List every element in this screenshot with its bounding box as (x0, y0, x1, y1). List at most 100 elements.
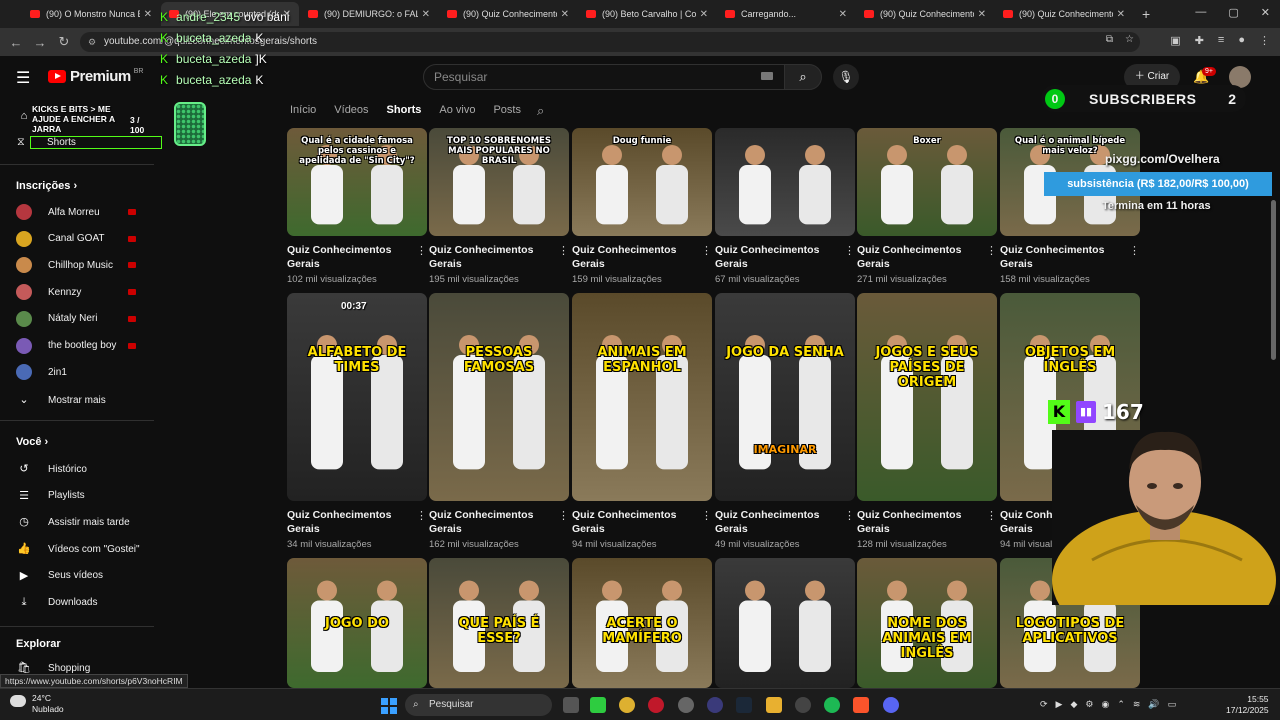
short-card[interactable]: JOGO DO (287, 558, 427, 688)
short-thumbnail[interactable]: QUE PAÍS É ESSE? (429, 558, 569, 688)
media-icon[interactable]: ≡ (1218, 34, 1224, 47)
subscription-item[interactable]: Nátaly Neri (16, 310, 144, 327)
tab-posts[interactable]: Posts (493, 104, 521, 116)
more-options-icon[interactable]: ⋮ (416, 244, 427, 257)
tray-icon[interactable]: ▶ (1056, 699, 1063, 710)
close-tab-icon[interactable]: ✕ (144, 9, 152, 20)
sidebar-item-shopping[interactable]: 🛍 Shopping (16, 661, 144, 675)
more-options-icon[interactable]: ⋮ (986, 244, 997, 257)
volume-icon[interactable]: 🔊 (1148, 699, 1159, 710)
forward-icon[interactable]: → (28, 35, 52, 50)
short-thumbnail[interactable]: Doug funnie (572, 128, 712, 236)
windows-start-icon[interactable] (381, 698, 397, 714)
browser-menu-icon[interactable]: ⋮ (1259, 34, 1270, 47)
battery-icon[interactable]: ▭ (1168, 699, 1177, 710)
steam-icon[interactable] (736, 697, 752, 713)
wifi-icon[interactable]: ≋ (1133, 699, 1141, 710)
short-card[interactable]: Doug funnie Quiz Conhecimentos Gerais ⋮ 159… (572, 128, 712, 285)
sidebar-item-you[interactable]: ▶ Seus vídeos (16, 569, 144, 583)
page-scrollbar[interactable] (1271, 200, 1276, 360)
sidebar-item-you[interactable]: ☰ Playlists (16, 489, 144, 503)
short-title[interactable]: Quiz Conhecimentos Gerais (287, 243, 407, 271)
chrome-icon[interactable] (619, 697, 635, 713)
close-tab-icon[interactable]: ✕ (422, 9, 430, 20)
close-tab-icon[interactable]: ✕ (978, 9, 986, 20)
short-card[interactable]: JOGO DA SENHA IMAGINAR Quiz Conhecimentos … (715, 293, 855, 550)
more-options-icon[interactable]: ⋮ (558, 509, 569, 522)
tray-icon[interactable]: ⟳ (1040, 699, 1048, 710)
close-window-icon[interactable]: ✕ (1261, 6, 1270, 19)
tray-icon[interactable]: ⌃ (1117, 699, 1125, 710)
short-thumbnail[interactable]: Boxer (857, 128, 997, 236)
short-title[interactable]: Quiz Conhecimentos Gerais (572, 243, 692, 271)
spotify-icon[interactable] (824, 697, 840, 713)
browser-tab[interactable]: (90) Quiz Conhecimentos ✕ (439, 2, 577, 26)
short-card[interactable]: TOP 10 SOBRENOMES MAIS POPULARES NO BRAS… (429, 128, 569, 285)
app-icon[interactable] (707, 697, 723, 713)
short-card[interactable]: JOGOS E SEUS PAÍSES DE ORIGEM Quiz Conhec… (857, 293, 997, 550)
short-card[interactable]: Boxer Quiz Conhecimentos Gerais ⋮ 271 mil v… (857, 128, 997, 285)
youtube-logo[interactable]: Premium BR (48, 68, 143, 85)
reload-icon[interactable]: ↻ (52, 34, 76, 50)
more-options-icon[interactable]: ⋮ (844, 244, 855, 257)
browser-tab[interactable]: (90) Quiz Conhecimentos ✕ (856, 2, 994, 26)
weather-widget[interactable]: 24°C Nublado (10, 693, 64, 715)
sidebar-item-you[interactable]: 👍 Vídeos com "Gostei" (16, 542, 144, 556)
more-options-icon[interactable]: ⋮ (1129, 244, 1140, 257)
search-input[interactable]: Pesquisar (423, 64, 785, 90)
more-options-icon[interactable]: ⋮ (701, 244, 712, 257)
sidebar-item-you[interactable]: ↺ Histórico (16, 462, 144, 476)
short-card[interactable]: Quiz Conhecimentos Gerais ⋮ 67 mil visuali… (715, 128, 855, 285)
channel-search-icon[interactable]: ⌕ (537, 103, 544, 119)
short-title[interactable]: Quiz Conhecimentos Gerais (857, 508, 977, 536)
github-icon[interactable] (678, 697, 694, 713)
close-tab-icon[interactable]: ✕ (700, 9, 708, 20)
subscription-item[interactable]: Alfa Morreu (16, 204, 144, 220)
search-button[interactable]: ⌕ (784, 64, 822, 90)
menu-icon[interactable]: ☰ (16, 68, 30, 88)
close-tab-icon[interactable]: ✕ (839, 9, 847, 20)
sidebar-item-shorts[interactable]: Shorts (30, 136, 162, 149)
tray-icon[interactable]: ◆ (1070, 699, 1077, 710)
brave-icon[interactable] (853, 697, 869, 713)
new-tab-button[interactable]: + (1142, 6, 1150, 22)
tab-videos[interactable]: Vídeos (334, 104, 368, 116)
short-card[interactable]: ANIMAIS EM ESPANHOL Quiz Conhecimentos Ge… (572, 293, 712, 550)
puzzle-icon[interactable]: ✚ (1195, 34, 1204, 47)
short-title[interactable]: Quiz Conhecimentos Gerais (1000, 243, 1120, 271)
browser-tab[interactable]: (90) DEMIURGO: o FALSO✕ (300, 2, 438, 26)
subscription-item[interactable]: Chillhop Music (16, 257, 144, 274)
more-options-icon[interactable]: ⋮ (558, 244, 569, 257)
tab-ao-vivo[interactable]: Ao vivo (439, 104, 475, 116)
short-thumbnail[interactable]: JOGO DO (287, 558, 427, 688)
short-thumbnail[interactable]: Qual é a cidade famosa pelos cassinos e … (287, 128, 427, 236)
subscription-item[interactable]: Kennzy (16, 284, 144, 301)
short-card[interactable]: ALFABETO DE TIMES 00:37 Quiz Conhecimentos… (287, 293, 427, 550)
short-thumbnail[interactable]: TOP 10 SOBRENOMES MAIS POPULARES NO BRAS… (429, 128, 569, 236)
browser-tab[interactable]: (90) O Monstro Nunca Es ✕ (22, 2, 160, 26)
short-title[interactable]: Quiz Conhecimentos Gerais (572, 508, 692, 536)
short-thumbnail[interactable]: ACERTE O MAMÍFERO (572, 558, 712, 688)
short-thumbnail[interactable]: NOME DOS ANIMAIS EM INGLÊS (857, 558, 997, 688)
more-options-icon[interactable]: ⋮ (844, 509, 855, 522)
site-info-icon[interactable]: ⚙ (88, 32, 96, 52)
sidebar-item-you[interactable]: ⤓ Downloads (16, 596, 144, 610)
voice-search-button[interactable]: 🎙 (833, 64, 859, 90)
close-tab-icon[interactable]: ✕ (561, 9, 569, 20)
subscription-item[interactable]: Canal GOAT (16, 230, 144, 247)
short-card[interactable]: ACERTE O MAMÍFERO (572, 558, 712, 688)
keyboard-icon[interactable] (761, 72, 773, 80)
you-heading[interactable]: Você › (16, 436, 48, 448)
folder-icon[interactable] (766, 697, 782, 713)
app-icon[interactable] (795, 697, 811, 713)
subscriptions-heading[interactable]: Inscrições › (16, 180, 77, 192)
short-card[interactable]: NOME DOS ANIMAIS EM INGLÊS (857, 558, 997, 688)
short-card[interactable] (715, 558, 855, 688)
subscription-item[interactable]: the bootleg boy (16, 337, 144, 354)
browser-tab[interactable]: (90) Quiz Conhecimentos ✕ (995, 2, 1133, 26)
minimize-icon[interactable]: — (1195, 6, 1206, 19)
close-tab-icon[interactable]: ✕ (1117, 9, 1125, 20)
short-title[interactable]: Quiz Conhecimentos Gerais (857, 243, 977, 271)
profile-icon[interactable]: ● (1238, 34, 1245, 47)
back-icon[interactable]: ← (4, 35, 28, 50)
